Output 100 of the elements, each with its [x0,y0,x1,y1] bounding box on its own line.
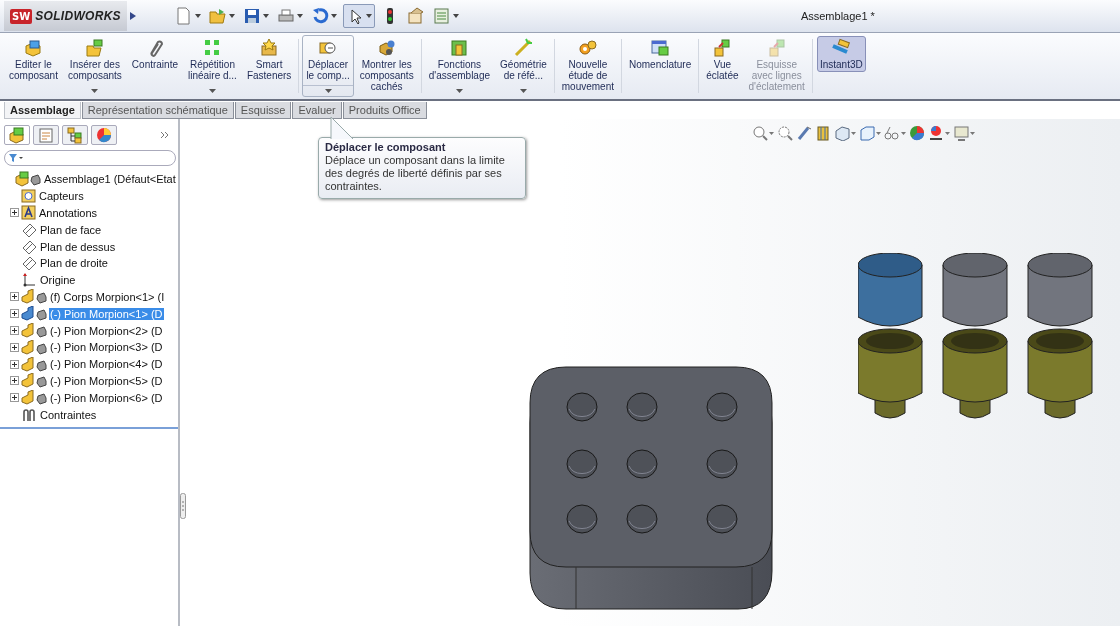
expand-icon[interactable] [10,359,19,369]
tree-item[interactable]: (-) Pion Morpion<5> (D [49,374,164,387]
tree-item[interactable]: (-) Pion Morpion<4> (D [49,358,164,371]
expand-icon[interactable] [10,393,19,403]
expand-icon[interactable] [10,208,19,218]
caret-icon[interactable] [194,14,201,18]
caret-icon[interactable] [945,131,950,135]
table-parts-icon [650,38,671,58]
ribbon-button[interactable]: Contrainte [127,35,182,97]
assembly-icon [15,171,41,188]
caret-icon[interactable] [851,131,856,135]
part-icon [21,306,47,322]
caret-icon[interactable] [296,14,303,18]
exploded-parts-icon [766,38,787,58]
tab[interactable]: Evaluer [292,102,342,119]
ribbon-button[interactable]: Smart Fasteners [242,35,296,97]
ribbon-button[interactable]: Nomenclature [625,35,696,97]
axis-sparkle-icon [513,38,534,58]
part-icon [21,356,47,372]
ribbon-button[interactable]: Editer le composant [5,35,62,97]
caret-icon[interactable] [876,131,881,135]
parts-eye-icon [376,38,397,58]
section-view-icon[interactable] [815,125,831,141]
tree-item[interactable]: Assemblage1 (Défaut<Etat [43,173,177,186]
part-icon [21,323,47,339]
tree-item[interactable]: Plan de dessus [39,240,117,253]
property-tab-icon[interactable] [37,126,55,144]
zoom-area-icon[interactable] [777,125,793,141]
display-style-icon[interactable] [859,125,875,141]
caret-icon[interactable] [228,14,235,18]
caret-icon[interactable] [769,131,774,135]
tree-item[interactable]: (f) Corps Morpion<1> (I [49,290,166,303]
tree-item[interactable]: Capteurs [38,190,85,203]
expand-icon[interactable] [10,309,19,319]
printer-icon[interactable] [276,7,295,25]
filter-icon[interactable] [8,153,24,163]
part-icon [21,289,47,305]
expand-icon[interactable] [10,342,19,352]
app-logo[interactable]: SW SOLIDWORKS [4,1,127,31]
tree-item[interactable]: (-) Pion Morpion<3> (D [49,341,164,354]
tree-item[interactable]: (-) Pion Morpion<6> (D [49,391,164,404]
filter-field[interactable] [4,150,176,166]
tree-item[interactable]: Origine [39,274,77,287]
plane-icon [21,238,37,255]
caret-icon[interactable] [455,89,463,93]
ribbon-button[interactable]: Vue éclatée [702,35,743,97]
appearance-icon[interactable] [909,125,925,141]
scene-icon[interactable] [928,125,944,141]
ribbon-button[interactable]: Nouvelle étude de mouvement [557,35,618,97]
folder-parts-icon [84,38,105,58]
tab[interactable]: Représentation schématique [81,102,234,119]
expand-icon[interactable] [10,376,19,386]
expand-icon[interactable] [10,292,19,302]
origin-icon [21,272,37,289]
menu-arrow-icon[interactable] [128,11,137,21]
caret-icon[interactable] [262,14,269,18]
ribbon-button[interactable]: Déplacer le comp... [302,35,354,97]
tree-item[interactable]: (-) Pion Morpion<2> (D [49,324,164,337]
caret-icon[interactable] [365,14,372,18]
configuration-tab-icon[interactable] [66,126,84,144]
ribbon-button[interactable]: Fonctions d'assemblage [424,35,495,97]
gears-icon [577,38,598,58]
tree-item[interactable]: Contraintes [39,408,98,421]
part-icon [21,373,47,389]
splitter-handle-icon[interactable] [180,493,186,519]
caret-icon[interactable] [330,14,337,18]
annotation-icon [21,205,36,221]
checklist-icon[interactable] [432,7,451,25]
caret-icon[interactable] [91,89,99,93]
tree-item[interactable]: Plan de face [39,223,103,236]
zoom-fit-icon[interactable] [752,125,768,141]
part-icon [21,339,47,355]
glasses-icon[interactable] [884,125,900,141]
view-settings-icon[interactable] [953,125,969,141]
feature-tree-tab-icon[interactable] [8,126,26,144]
tree-item[interactable]: Annotations [38,207,99,219]
tab[interactable]: Produits Office [342,102,427,119]
options-icon[interactable] [406,7,425,25]
caret-icon[interactable] [452,14,459,18]
tab[interactable]: Assemblage [4,102,81,119]
caret-icon[interactable] [970,131,975,135]
expand-chevron-icon[interactable] [160,131,170,139]
tree-item[interactable]: Plan de droite [39,257,109,270]
ribbon-button[interactable]: Montrer les composants cachés [355,35,418,97]
ribbon-button[interactable]: Répétition linéaire d... [184,35,241,97]
caret-icon[interactable] [324,89,332,93]
caret-icon[interactable] [901,131,906,135]
ribbon-button[interactable]: Insérer des composants [63,35,126,97]
previous-view-icon[interactable] [796,125,812,141]
caret-icon[interactable] [519,89,527,93]
expand-icon[interactable] [10,326,19,336]
view-orientation-icon[interactable] [834,125,850,141]
tab[interactable]: Esquisse [234,102,292,119]
caret-icon[interactable] [208,89,216,93]
color-wheel-tab-icon[interactable] [95,126,113,144]
plane-icon [21,255,37,272]
part-icon [21,390,47,406]
document-title: Assemblage1 * [800,10,875,22]
exploded-parts-icon [712,38,733,58]
ribbon-button[interactable]: Géométrie de réfé... [496,35,551,97]
